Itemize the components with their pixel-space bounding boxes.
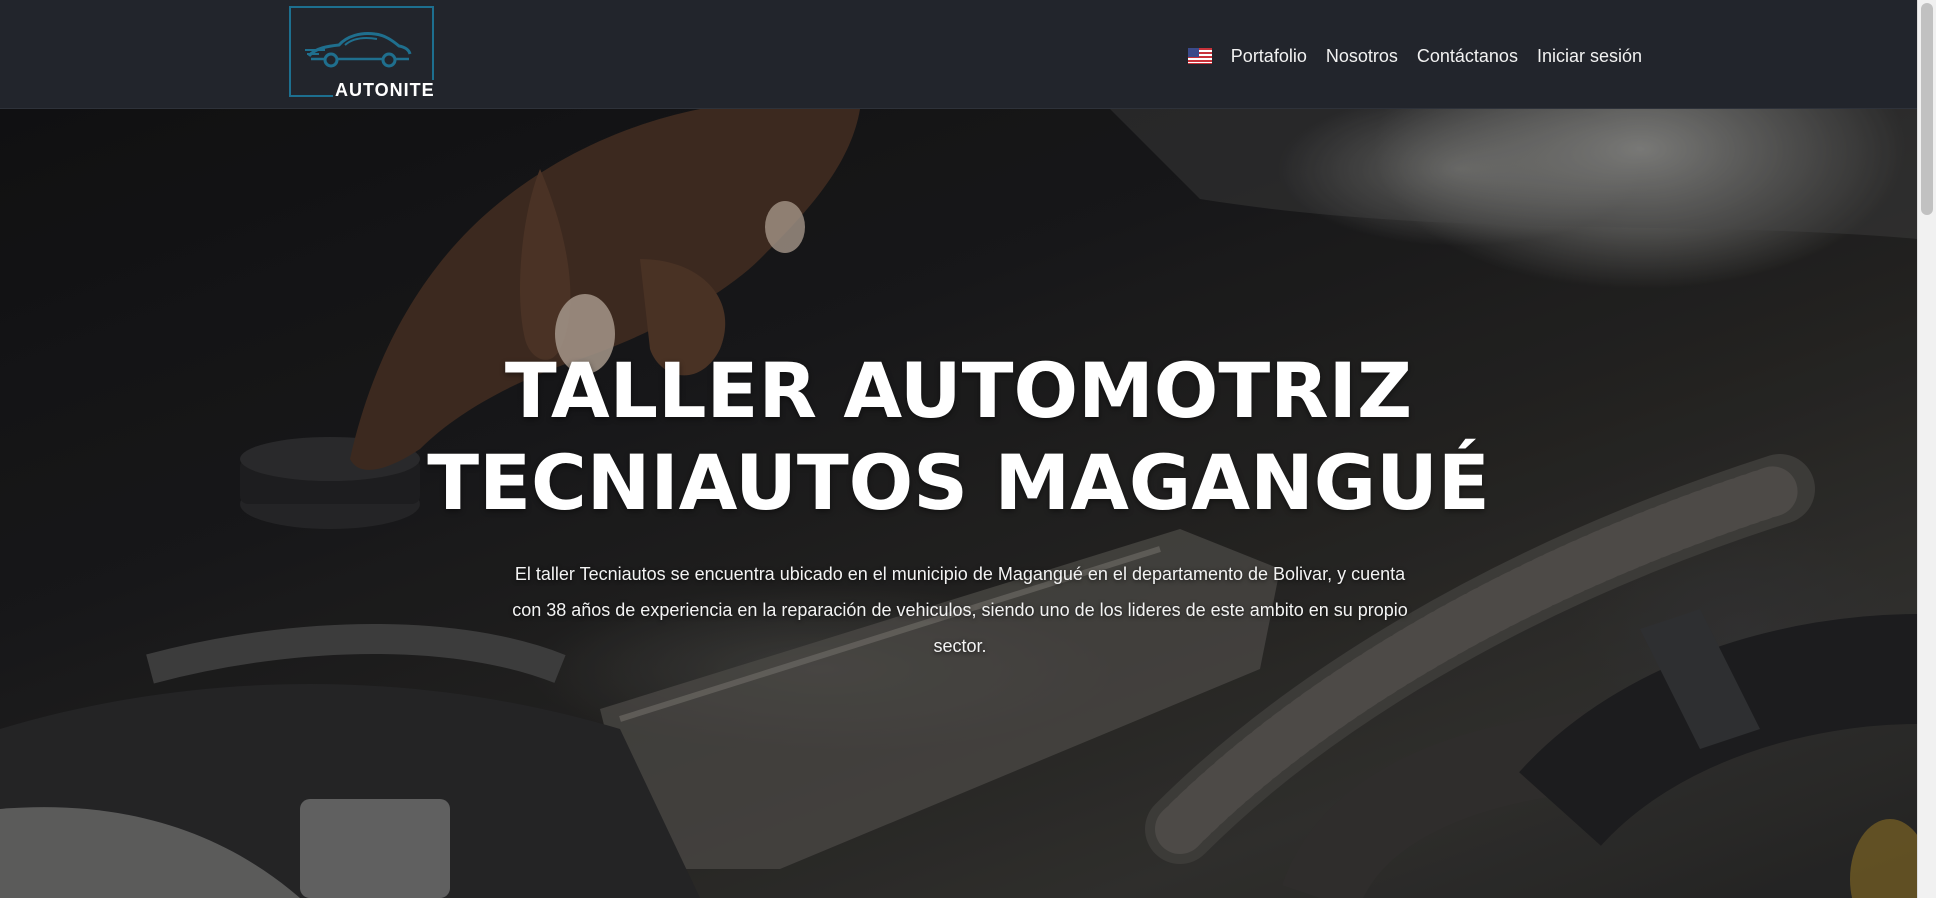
navbar: AUTONITE Portafolio Nosotros Contáctanos…	[0, 0, 1917, 109]
car-icon	[305, 32, 412, 68]
hero-title: TALLER AUTOMOTRIZ TECNIAUTOS MAGANGUÉ	[0, 345, 1917, 529]
hero-description: El taller Tecniautos se encuentra ubicad…	[512, 564, 1408, 656]
page: AUTONITE Portafolio Nosotros Contáctanos…	[0, 0, 1936, 898]
nav-link-portafolio[interactable]: Portafolio	[1231, 45, 1307, 67]
main-nav: Portafolio Nosotros Contáctanos Iniciar …	[1187, 45, 1642, 67]
nav-link-iniciar-sesion[interactable]: Iniciar sesión	[1537, 45, 1642, 67]
hero-title-line-2: TECNIAUTOS MAGANGUÉ	[427, 438, 1490, 527]
logo-link[interactable]: AUTONITE	[289, 6, 437, 100]
nav-link-contactanos[interactable]: Contáctanos	[1417, 45, 1518, 67]
scrollbar-thumb[interactable]	[1921, 3, 1933, 215]
logo-text: AUTONITE	[333, 80, 437, 100]
nav-link-nosotros[interactable]: Nosotros	[1326, 45, 1398, 67]
hero-section: TALLER AUTOMOTRIZ TECNIAUTOS MAGANGUÉ El…	[0, 109, 1917, 898]
us-flag-icon[interactable]	[1187, 48, 1212, 64]
hero-title-line-1: TALLER AUTOMOTRIZ	[504, 346, 1413, 435]
scrollbar[interactable]	[1917, 0, 1936, 898]
